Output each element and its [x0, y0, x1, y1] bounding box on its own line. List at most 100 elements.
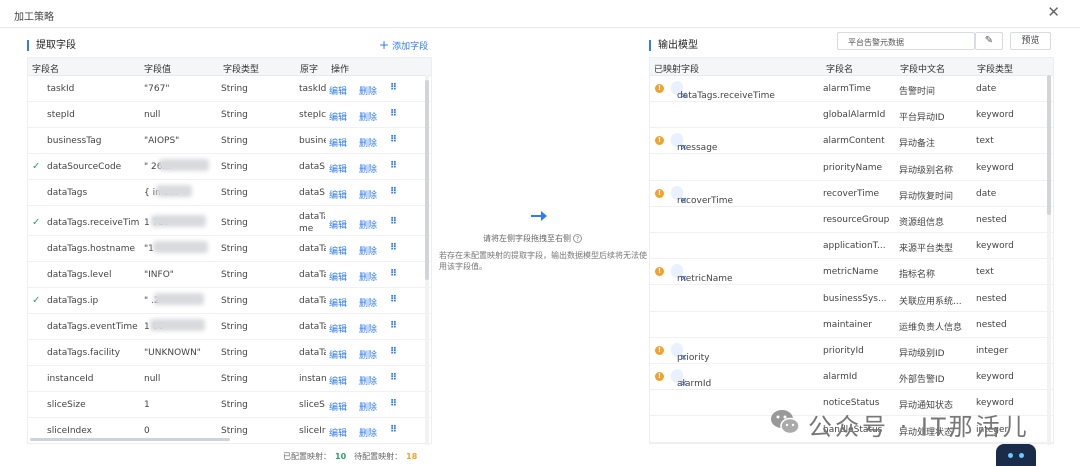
- drag-handle-icon[interactable]: ⠿: [390, 217, 396, 227]
- extract-table-row[interactable]: stepId null String stepIc 编辑 删除 ⠿: [28, 102, 431, 128]
- delete-link[interactable]: 删除: [359, 244, 377, 257]
- mapped-field-tag[interactable]: metricName ×: [671, 264, 733, 284]
- delete-link[interactable]: 删除: [359, 218, 377, 231]
- extract-table-row[interactable]: taskId "767" String taskId 编辑 删除 ⠿: [28, 76, 431, 102]
- remove-tag-icon[interactable]: ×: [680, 141, 688, 155]
- drag-handle-icon[interactable]: ⠿: [390, 425, 396, 435]
- mapped-field-tag[interactable]: priority ×: [671, 343, 709, 363]
- extract-table-row[interactable]: sliceSize 1 String sliceS 编辑 删除 ⠿: [28, 392, 431, 418]
- masked-value: [153, 241, 208, 253]
- delete-link[interactable]: 删除: [359, 110, 377, 123]
- remove-tag-icon[interactable]: ×: [680, 351, 688, 365]
- model-field-type: date: [976, 84, 997, 94]
- drag-handle-icon[interactable]: ⠿: [390, 347, 396, 357]
- edit-link[interactable]: 编辑: [329, 296, 347, 309]
- output-table-row[interactable]: ! metricName × metricName 指标名称 text: [650, 259, 1053, 286]
- drag-handle-icon[interactable]: ⠿: [390, 161, 396, 171]
- drag-handle-icon[interactable]: ⠿: [390, 83, 396, 93]
- extract-table-row[interactable]: instanceId null String instan 编辑 删除 ⠿: [28, 366, 431, 392]
- output-table-row[interactable]: ! alarmId × alarmId 外部告警ID keyword: [650, 364, 1053, 391]
- drag-handle-icon[interactable]: ⠿: [390, 373, 396, 383]
- edit-icon: ✎: [984, 35, 994, 46]
- edit-link[interactable]: 编辑: [329, 218, 347, 231]
- delete-link[interactable]: 删除: [359, 374, 377, 387]
- edit-link[interactable]: 编辑: [329, 270, 347, 283]
- edit-link[interactable]: 编辑: [329, 348, 347, 361]
- edit-link[interactable]: 编辑: [329, 110, 347, 123]
- drag-handle-icon[interactable]: ⠿: [390, 295, 396, 305]
- remove-tag-icon[interactable]: ×: [680, 194, 688, 208]
- assistant-robot-icon[interactable]: [996, 444, 1036, 466]
- extract-table-row[interactable]: businessTag "AIOPS" String busine 编辑 删除 ⠿: [28, 128, 431, 154]
- mapped-field-tag[interactable]: dataTags.receiveTime ×: [671, 81, 775, 101]
- extract-table-row[interactable]: dataTags.level "INFO" String dataTa 编辑 删除 ⠿: [28, 262, 431, 288]
- edit-link[interactable]: 编辑: [329, 374, 347, 387]
- model-field-cn-name: 告警时间: [899, 87, 936, 97]
- edit-link[interactable]: 编辑: [329, 322, 347, 335]
- left-horizontal-scrollbar[interactable]: [30, 438, 230, 441]
- model-field-type: date: [976, 188, 997, 199]
- output-table-row[interactable]: maintainer 运维负责人信息 nested: [650, 312, 1053, 338]
- delete-link[interactable]: 删除: [359, 296, 377, 309]
- output-table-row[interactable]: ! message × alarmContent 异动备注 text: [650, 128, 1053, 155]
- edit-link[interactable]: 编辑: [329, 426, 347, 439]
- model-select-input[interactable]: 平台告警元数据: [837, 32, 975, 50]
- output-table-row[interactable]: applicationT... 来源平台类型 keyword: [650, 233, 1053, 260]
- drag-handle-icon[interactable]: ⠿: [390, 321, 396, 331]
- extract-table-row[interactable]: dataTags.hostname "1 String dataTa 编辑 删除 ⠿: [28, 236, 431, 262]
- help-icon[interactable]: ?: [573, 234, 582, 243]
- extract-table-row[interactable]: dataTags.facility "UNKNOWN" String dataTa 编辑…: [28, 340, 431, 366]
- mapped-field-tag[interactable]: recoverTime ×: [671, 185, 733, 206]
- remove-tag-icon[interactable]: ×: [680, 377, 688, 391]
- drag-handle-icon[interactable]: ⠿: [390, 399, 396, 409]
- drag-handle-icon[interactable]: ⠿: [390, 109, 396, 119]
- edit-model-button[interactable]: ✎: [975, 32, 1003, 50]
- edit-link[interactable]: 编辑: [329, 84, 347, 97]
- extract-table-row[interactable]: dataTags{ ime...StringdataS编辑删除⠿: [28, 180, 431, 206]
- delete-link[interactable]: 删除: [359, 400, 377, 413]
- edit-link[interactable]: 编辑: [329, 136, 347, 149]
- field-orig: dataTa: [299, 270, 326, 280]
- drag-handle-icon[interactable]: ⠿: [390, 135, 396, 145]
- output-table-row[interactable]: ! priority × priorityId 异动级别ID integer: [650, 338, 1053, 364]
- delete-link[interactable]: 删除: [359, 426, 377, 439]
- output-table-row[interactable]: priorityName 异动级别名称 keyword: [650, 155, 1053, 181]
- delete-link[interactable]: 删除: [359, 136, 377, 149]
- remove-tag-icon[interactable]: ×: [680, 272, 688, 286]
- output-table-row[interactable]: resourceGroup 资源组信息 nested: [650, 207, 1053, 233]
- remove-tag-icon[interactable]: ×: [680, 89, 688, 103]
- delete-link[interactable]: 删除: [359, 270, 377, 283]
- drag-handle-icon[interactable]: ⠿: [390, 269, 396, 279]
- left-vertical-scrollbar[interactable]: [425, 75, 429, 445]
- right-scroll-thumb[interactable]: [1047, 75, 1051, 215]
- drag-handle-icon[interactable]: ⠿: [390, 243, 396, 253]
- mapped-field-tag[interactable]: alarmId ×: [671, 369, 711, 389]
- model-field-cn-name: 来源平台类型: [899, 244, 954, 255]
- delete-link[interactable]: 删除: [359, 322, 377, 335]
- edit-link[interactable]: 编辑: [329, 244, 347, 257]
- output-table-row[interactable]: globalAlarmId 平台异动ID keyword: [650, 102, 1053, 129]
- output-table-row[interactable]: ! dataTags.receiveTime × alarmTime 告警时间 date: [650, 76, 1053, 102]
- output-table-row[interactable]: ! recoverTime × recoverTime 异动恢复时间 date: [650, 181, 1053, 207]
- drag-handle-icon[interactable]: ⠿: [390, 187, 396, 197]
- delete-link[interactable]: 删除: [359, 162, 377, 175]
- extract-table-row[interactable]: dataTags.eventTime1 00StringdataTa编辑删除⠿: [28, 314, 431, 340]
- left-scroll-thumb[interactable]: [425, 80, 429, 280]
- col-header-actions: 操作: [331, 65, 350, 75]
- mapped-field-tag[interactable]: message ×: [671, 133, 717, 153]
- model-field-cn-name: 外部告警ID: [899, 375, 945, 386]
- edit-link[interactable]: 编辑: [329, 400, 347, 413]
- delete-link[interactable]: 删除: [359, 84, 377, 97]
- extract-table-row[interactable]: ✓ dataSourceCode " 26... String dataS 编辑 删除 ⠿: [28, 154, 431, 180]
- delete-link[interactable]: 删除: [359, 188, 377, 201]
- edit-link[interactable]: 编辑: [329, 162, 347, 175]
- extract-table-row[interactable]: ✓dataTags.ip" .2"StringdataTa编辑删除⠿: [28, 288, 431, 314]
- right-vertical-scrollbar[interactable]: [1047, 75, 1051, 445]
- add-field-button[interactable]: + 添加字段: [379, 38, 428, 52]
- output-table-row[interactable]: businessSys... 关联应用系统... nested: [650, 286, 1053, 312]
- extract-table-row[interactable]: ✓dataTags.receiveTime1 787StringdataTa m…: [28, 206, 431, 236]
- preview-button[interactable]: 预览: [1010, 32, 1051, 50]
- delete-link[interactable]: 删除: [359, 348, 377, 361]
- close-icon[interactable]: ✕: [1047, 5, 1060, 20]
- edit-link[interactable]: 编辑: [329, 188, 347, 201]
